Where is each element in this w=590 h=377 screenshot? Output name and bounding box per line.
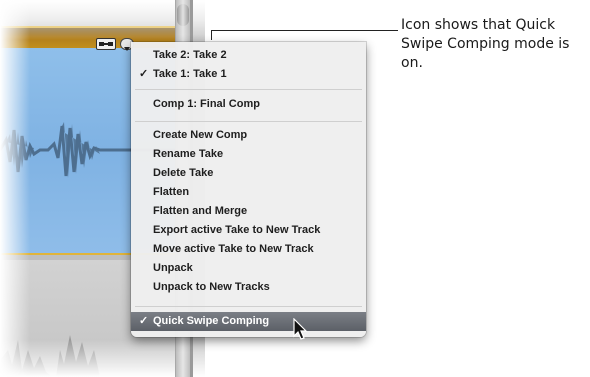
check-icon: ✓ <box>139 68 149 80</box>
menu-item-unpack-to-new-tracks[interactable]: Unpack to New Tracks <box>131 278 366 297</box>
menu-item-label: Flatten <box>153 186 190 198</box>
menu-item-quick-swipe-comping[interactable]: ✓ Quick Swipe Comping <box>131 312 366 331</box>
menu-item-label: Delete Take <box>153 167 214 179</box>
menu-item-take-1[interactable]: ✓ Take 1: Take 1 <box>131 65 366 84</box>
menu-separator <box>135 89 362 90</box>
menu-item-export-active-take[interactable]: Export active Take to New Track <box>131 221 366 240</box>
menu-item-flatten-and-merge[interactable]: Flatten and Merge <box>131 202 366 221</box>
callout-leader-tick <box>211 30 212 40</box>
menu-item-label: Export active Take to New Track <box>153 224 321 236</box>
menu-item-label: Unpack <box>153 262 193 274</box>
callout-line-2: Swipe Comping mode is <box>401 36 570 52</box>
menu-item-delete-take[interactable]: Delete Take <box>131 164 366 183</box>
menu-separator <box>135 121 362 122</box>
menu-item-create-new-comp[interactable]: Create New Comp <box>131 126 366 145</box>
menu-item-label: Comp 1: Final Comp <box>153 98 260 110</box>
callout-line-3: on. <box>401 55 423 71</box>
menu-item-take-2[interactable]: Take 2: Take 2 <box>131 46 366 65</box>
menu-item-label: Take 2: Take 2 <box>153 49 227 61</box>
mouse-pointer-icon <box>293 318 308 340</box>
menu-item-rename-take[interactable]: Rename Take <box>131 145 366 164</box>
callout-leader-line <box>211 30 398 31</box>
menu-item-label: Take 1: Take 1 <box>153 68 227 80</box>
menu-item-label: Unpack to New Tracks <box>153 281 270 293</box>
menu-separator <box>135 306 362 307</box>
quick-swipe-comping-icon[interactable] <box>96 38 116 50</box>
take-folder-menu: Take 2: Take 2 ✓ Take 1: Take 1 Comp 1: … <box>131 42 366 337</box>
menu-item-label: Create New Comp <box>153 129 248 141</box>
menu-item-label: Rename Take <box>153 148 224 160</box>
menu-item-move-active-take[interactable]: Move active Take to New Track <box>131 240 366 259</box>
menu-item-label: Flatten and Merge <box>153 205 248 217</box>
menu-item-label: Move active Take to New Track <box>153 243 314 255</box>
callout-text: Icon shows that Quick Swipe Comping mode… <box>401 16 587 73</box>
check-icon: ✓ <box>139 315 149 327</box>
menu-item-unpack[interactable]: Unpack <box>131 259 366 278</box>
menu-item-comp-1[interactable]: Comp 1: Final Comp <box>131 95 366 114</box>
fade-overlay-left <box>0 0 30 377</box>
callout-line-1: Icon shows that Quick <box>401 17 556 33</box>
menu-item-flatten[interactable]: Flatten <box>131 183 366 202</box>
menu-item-label: Quick Swipe Comping <box>153 315 270 327</box>
scroll-thumb[interactable] <box>177 4 189 26</box>
